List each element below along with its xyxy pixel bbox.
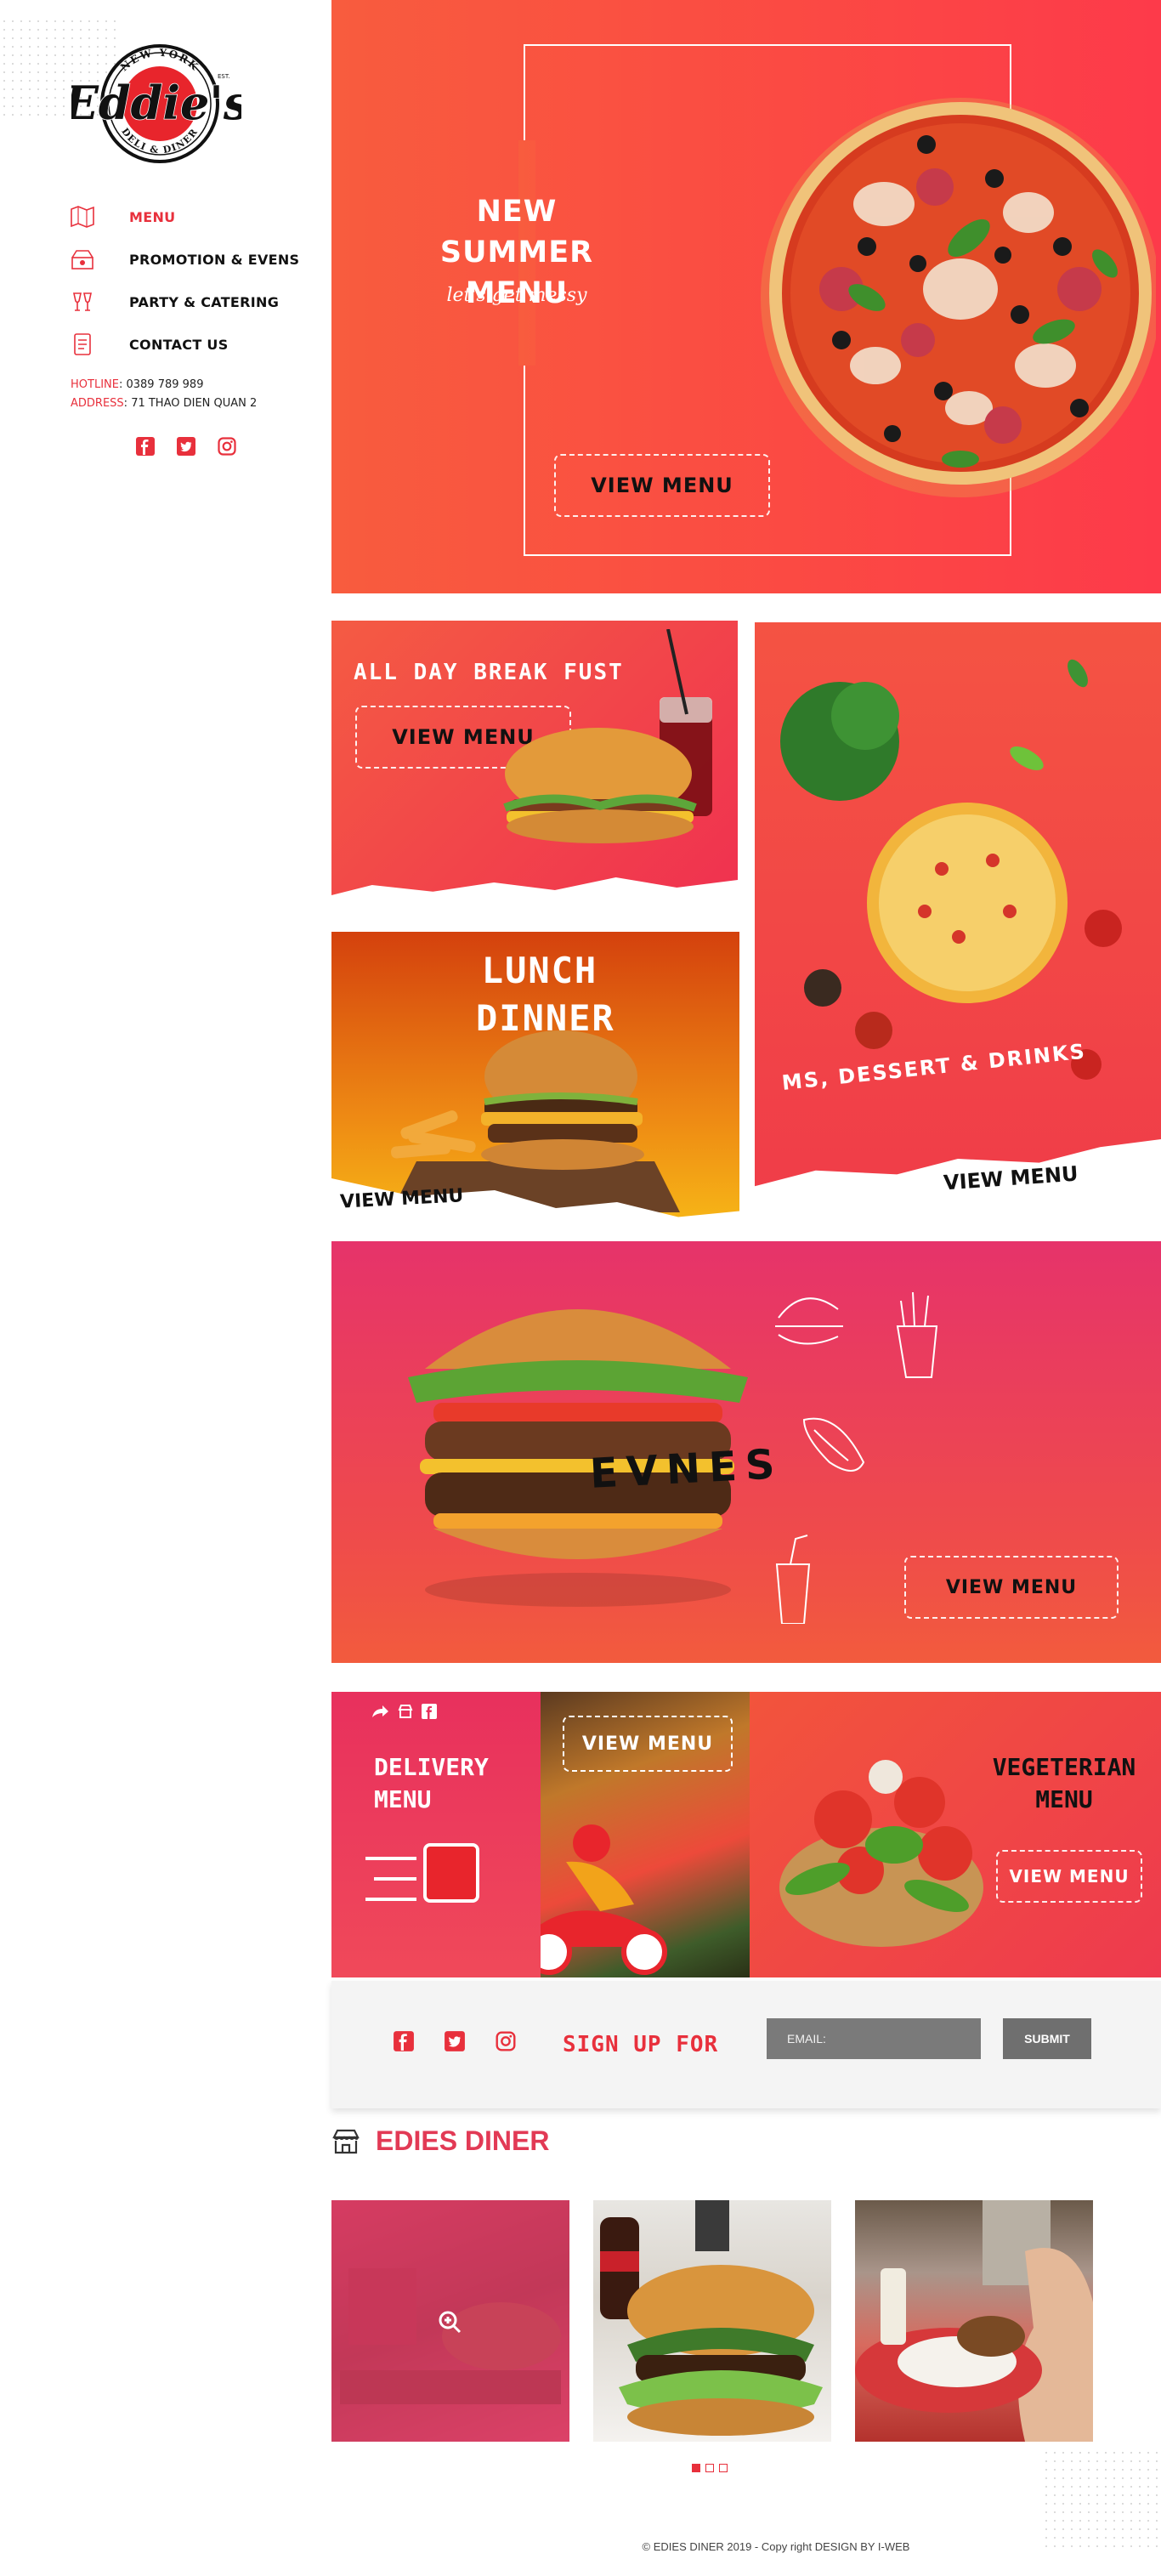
promotion-icon bbox=[70, 247, 95, 272]
signup-social bbox=[393, 2030, 517, 2052]
lunch-title-line: LUNCH bbox=[481, 950, 598, 991]
delivery-icons bbox=[371, 1704, 437, 1719]
pizza-ingredients-image bbox=[780, 659, 1122, 1080]
sidebar: NEW YORK DELI & DINER Eddie's EST. MENU … bbox=[0, 0, 331, 510]
hotline-label: HOTLINE bbox=[71, 378, 119, 391]
torn-edge bbox=[331, 877, 738, 906]
nav-label: PROMOTION & EVENS bbox=[129, 251, 300, 268]
gallery-header: EDIES DINER bbox=[331, 2125, 549, 2157]
share-icon[interactable] bbox=[371, 1704, 389, 1719]
pagination-dot[interactable] bbox=[705, 2464, 714, 2472]
delivery-title: DELIVERY MENU bbox=[374, 1751, 489, 1816]
gallery-image[interactable] bbox=[593, 2200, 831, 2442]
evnes-title: EVNES bbox=[588, 1440, 784, 1498]
store-icon bbox=[332, 2129, 360, 2153]
submit-button[interactable]: SUBMIT bbox=[1003, 2018, 1091, 2059]
contact-icon bbox=[70, 332, 95, 357]
eddies-logo[interactable]: NEW YORK DELI & DINER Eddie's EST. bbox=[71, 41, 241, 167]
email-input[interactable] bbox=[767, 2018, 981, 2059]
scooter-delivery-icon bbox=[365, 1843, 479, 1903]
vegetarian-view-menu-button[interactable]: VIEW MENU bbox=[996, 1850, 1142, 1903]
delivery-view-menu-button[interactable]: VIEW MENU bbox=[563, 1716, 733, 1772]
logo-wordmark: Eddie's bbox=[71, 76, 241, 130]
burger-drink-image bbox=[503, 629, 712, 843]
vegetarian-title: VEGETERIAN MENU bbox=[979, 1751, 1149, 1816]
hero-view-menu-button[interactable]: VIEW MENU bbox=[554, 454, 770, 517]
pagination-dot[interactable] bbox=[719, 2464, 728, 2472]
dessert-drinks-card[interactable]: MS, DESSERT & DRINKS VIEW MENU bbox=[755, 622, 1161, 1217]
nav-label: CONTACT US bbox=[129, 336, 229, 353]
delivery-title-line: MENU bbox=[374, 1785, 432, 1813]
menu-icon bbox=[70, 204, 95, 230]
vegetarian-title-line: MENU bbox=[1035, 1785, 1093, 1813]
twitter-icon[interactable] bbox=[444, 2030, 466, 2052]
main-nav: MENU PROMOTION & EVENS PARTY & CATERING … bbox=[70, 196, 299, 366]
nav-label: MENU bbox=[129, 208, 176, 225]
nav-item-promotion[interactable]: PROMOTION & EVENS bbox=[70, 238, 299, 281]
signup-bar: SIGN UP FOR SUBMIT bbox=[331, 1981, 1161, 2108]
facebook-icon[interactable] bbox=[134, 435, 156, 457]
delivery-title-line: DELIVERY bbox=[374, 1753, 489, 1781]
delivery-photo: VIEW MENU bbox=[541, 1692, 750, 1977]
logo-est: EST. bbox=[218, 73, 230, 80]
vegetarian-title-line: VEGETERIAN bbox=[992, 1753, 1136, 1781]
diner-customer-photo bbox=[855, 2200, 1093, 2442]
scooter-rider-icon bbox=[541, 1824, 667, 1975]
gallery-pagination bbox=[692, 2464, 728, 2472]
footer-copyright: © EDIES DINER 2019 - Copy right DESIGN B… bbox=[642, 2540, 910, 2553]
hero-title-line: NEW SUMMER bbox=[439, 195, 594, 270]
instagram-icon[interactable] bbox=[216, 435, 238, 457]
party-icon bbox=[70, 289, 95, 315]
hotline-value[interactable]: 0389 789 989 bbox=[126, 378, 203, 391]
breakfast-card[interactable]: ALL DAY BREAK FUST VIEW MENU bbox=[331, 621, 738, 906]
hero-subtitle: let's get messy bbox=[446, 285, 587, 306]
twitter-icon[interactable] bbox=[175, 435, 197, 457]
delivery-card[interactable]: DELIVERY MENU bbox=[331, 1692, 541, 1977]
zoom-icon[interactable] bbox=[437, 2309, 462, 2335]
instagram-icon[interactable] bbox=[495, 2030, 517, 2052]
nav-item-menu[interactable]: MENU bbox=[70, 196, 299, 238]
gallery-image[interactable] bbox=[331, 2200, 569, 2442]
dot-pattern bbox=[1042, 2448, 1161, 2550]
gallery-image[interactable] bbox=[855, 2200, 1093, 2442]
vegetables-basket-image bbox=[779, 1760, 983, 1947]
sidebar-social bbox=[134, 435, 238, 457]
cheeseburger-photo bbox=[600, 2200, 823, 2436]
store-icon[interactable] bbox=[398, 1704, 413, 1719]
nav-label: PARTY & CATERING bbox=[129, 293, 280, 310]
hero-banner: NEW SUMMER MENU let's get messy VIEW MEN… bbox=[331, 0, 1161, 593]
evnes-view-menu-button[interactable]: VIEW MENU bbox=[904, 1556, 1119, 1619]
signup-label: SIGN UP FOR bbox=[563, 2032, 719, 2057]
contact-info: HOTLINE: 0389 789 989 ADDRESS: 71 THAO D… bbox=[71, 378, 258, 410]
vegetarian-card[interactable]: VEGETERIAN MENU VIEW MENU bbox=[750, 1692, 1161, 1977]
facebook-icon[interactable] bbox=[422, 1704, 437, 1719]
facebook-icon[interactable] bbox=[393, 2030, 415, 2052]
lunch-card[interactable]: LUNCH DINNER VIEW MENU bbox=[331, 932, 739, 1217]
gallery-title: EDIES DINER bbox=[376, 2125, 550, 2156]
pagination-dot[interactable] bbox=[692, 2464, 700, 2472]
nav-item-contact[interactable]: CONTACT US bbox=[70, 323, 299, 366]
nav-item-party[interactable]: PARTY & CATERING bbox=[70, 281, 299, 323]
pizza-image bbox=[761, 98, 1156, 497]
address-value: 71 THAO DIEN QUAN 2 bbox=[131, 397, 258, 410]
address-label: ADDRESS bbox=[71, 397, 124, 410]
